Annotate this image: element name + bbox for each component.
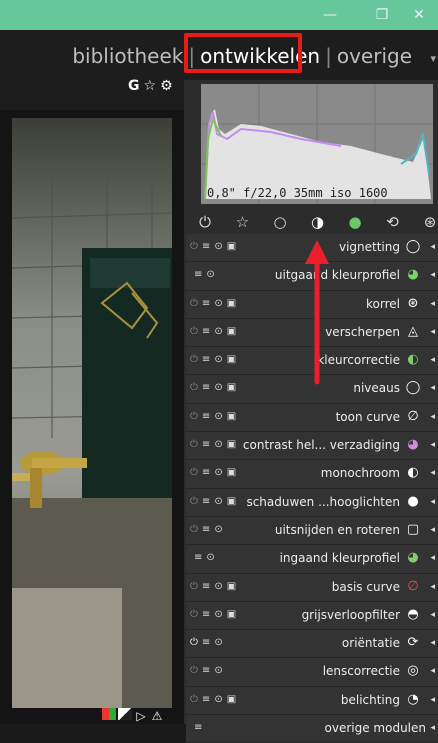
- module-expand-icon[interactable]: ◂: [430, 723, 435, 733]
- annotation-arrow: [305, 240, 329, 385]
